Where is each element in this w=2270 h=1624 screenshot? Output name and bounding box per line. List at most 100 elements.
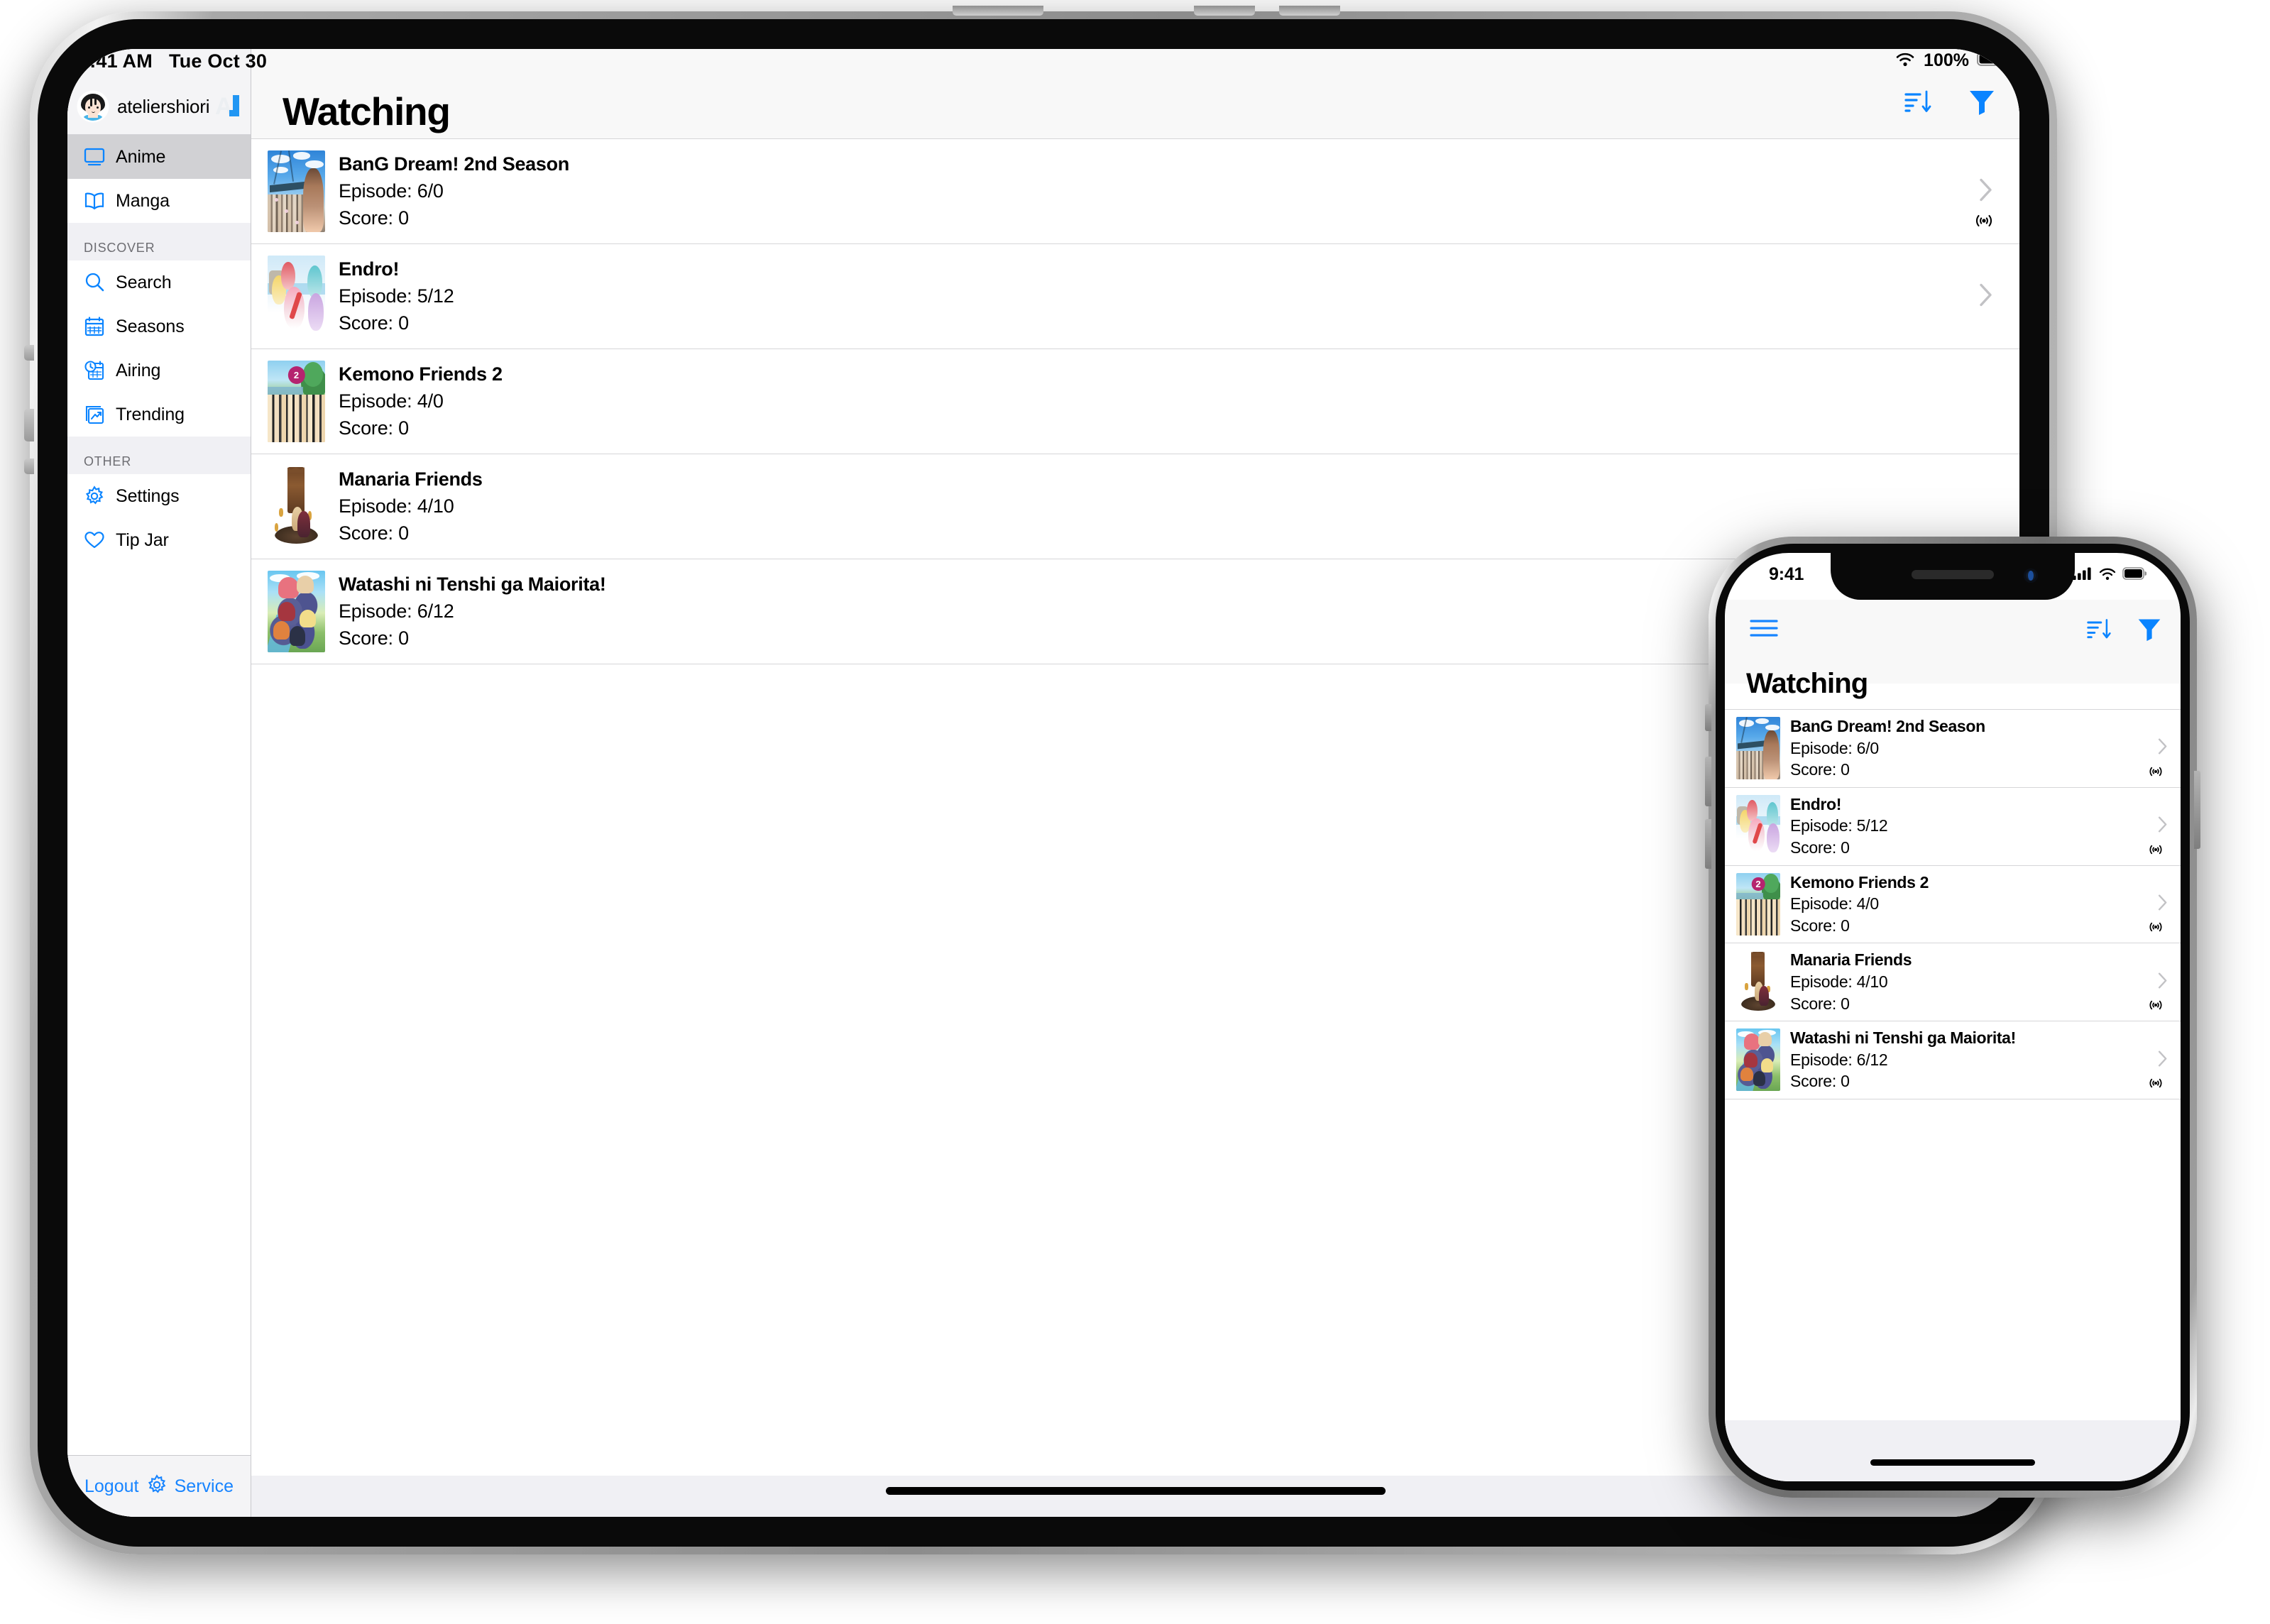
sidebar-item-search[interactable]: Search bbox=[67, 260, 251, 304]
sidebar-item-trending[interactable]: Trending bbox=[67, 393, 251, 437]
logout-button[interactable]: Logout bbox=[84, 1476, 138, 1497]
iphone-mute-switch[interactable] bbox=[1705, 704, 1711, 731]
iphone-notch bbox=[1831, 553, 2075, 600]
sidebar-item-anime[interactable]: Anime bbox=[67, 135, 251, 179]
ipad-side-contact-3 bbox=[24, 459, 34, 474]
wifi-icon bbox=[2098, 567, 2117, 584]
row-episode: Episode: 4/10 bbox=[339, 495, 454, 517]
sidebar-item-label: Tip Jar bbox=[116, 530, 169, 550]
bang-dream-poster bbox=[1736, 717, 1780, 779]
hamburger-menu-icon[interactable] bbox=[1749, 617, 1779, 643]
page-title: Watching bbox=[283, 89, 451, 133]
sidebar-account-header[interactable]: ateliershiori A bbox=[67, 79, 251, 135]
status-time-date: 9:41 AM Tue Oct 30 bbox=[79, 50, 267, 72]
row-title: Endro! bbox=[1790, 794, 1841, 813]
row-score: Score: 0 bbox=[1790, 838, 1850, 857]
list-item[interactable]: Endro! Episode: 5/12 Score: 0 bbox=[1725, 787, 2181, 866]
cellular-bars-icon bbox=[2073, 566, 2093, 584]
list-item[interactable]: 2 Kemono Friends 2 Episode: 4/0 Score: 0 bbox=[1725, 865, 2181, 944]
sidebar-group-header-discover: DISCOVER bbox=[67, 223, 251, 260]
sidebar-item-label: Trending bbox=[116, 404, 185, 424]
sidebar-item-label: Airing bbox=[116, 360, 161, 380]
sidebar-item-airing[interactable]: Airing bbox=[67, 349, 251, 393]
list-item[interactable]: Watashi ni Tenshi ga Maiorita! Episode: … bbox=[1725, 1021, 2181, 1099]
iphone-volume-down-button[interactable] bbox=[1705, 819, 1711, 869]
broadcast-airing-icon bbox=[2146, 1076, 2165, 1094]
broadcast-airing-icon bbox=[2146, 843, 2165, 860]
chevron-right-icon bbox=[2158, 738, 2168, 759]
trending-up-icon bbox=[84, 404, 109, 425]
kemono-friends-2-poster: 2 bbox=[268, 361, 325, 442]
row-score: Score: 0 bbox=[1790, 994, 1850, 1013]
sidebar-item-tip-jar[interactable]: Tip Jar bbox=[67, 518, 251, 562]
bang-dream-poster bbox=[268, 150, 325, 232]
funnel-filter-icon[interactable] bbox=[2137, 615, 2162, 646]
list-item[interactable]: BanG Dream! 2nd Season Episode: 6/0 Scor… bbox=[1725, 710, 2181, 788]
sidebar-footer: Logout Service bbox=[67, 1455, 251, 1517]
gear-icon[interactable] bbox=[146, 1474, 168, 1499]
ipad-volume-up-button[interactable] bbox=[1194, 6, 1255, 16]
ipad-side-contact-1 bbox=[24, 345, 34, 361]
chevron-right-icon bbox=[2158, 894, 2168, 914]
ipad-power-button[interactable] bbox=[953, 6, 1043, 16]
anilist-logo: A bbox=[215, 94, 241, 119]
calendar-clock-icon bbox=[84, 360, 109, 381]
sidebar-item-seasons[interactable]: Seasons bbox=[67, 304, 251, 349]
table-row[interactable]: Endro! Episode: 5/12 Score: 0 bbox=[251, 244, 2019, 349]
home-indicator[interactable] bbox=[885, 1487, 1386, 1495]
sidebar-item-settings[interactable]: Settings bbox=[67, 474, 251, 518]
row-score: Score: 0 bbox=[339, 312, 409, 334]
iphone-device: 9:41 Watching BanG Dream! 2nd Season Epi… bbox=[1705, 537, 2200, 1498]
row-score: Score: 0 bbox=[1790, 916, 1850, 935]
iphone-screen: 9:41 Watching BanG Dream! 2nd Season Epi… bbox=[1725, 553, 2181, 1481]
sidebar-group-header-other: OTHER bbox=[67, 437, 251, 474]
avatar bbox=[79, 92, 107, 121]
table-row[interactable]: 2 Kemono Friends 2 Episode: 4/0 Score: 0 bbox=[251, 349, 2019, 454]
status-time: 9:41 AM bbox=[79, 50, 153, 72]
ipad-volume-down-button[interactable] bbox=[1279, 6, 1340, 16]
status-time: 9:41 bbox=[1769, 564, 1804, 584]
row-title: Kemono Friends 2 bbox=[1790, 872, 1929, 891]
endro-poster bbox=[268, 256, 325, 337]
gear-icon bbox=[84, 485, 109, 507]
home-indicator[interactable] bbox=[1870, 1459, 2035, 1466]
service-button[interactable]: Service bbox=[175, 1476, 234, 1497]
ipad-side-contact-2 bbox=[24, 409, 34, 441]
table-row[interactable]: BanG Dream! 2nd Season Episode: 6/0 Scor… bbox=[251, 139, 2019, 244]
iphone-power-button[interactable] bbox=[2194, 771, 2200, 849]
broadcast-airing-icon bbox=[2146, 764, 2165, 782]
row-episode: Episode: 5/12 bbox=[339, 285, 454, 307]
iphone-home-indicator-area bbox=[1725, 1420, 2181, 1481]
sidebar: ateliershiori A Anime Manga DISCOVER Sea… bbox=[67, 49, 251, 1517]
detail-toolbar bbox=[1903, 87, 1996, 120]
sidebar-item-manga[interactable]: Manga bbox=[67, 179, 251, 223]
funnel-filter-icon[interactable] bbox=[1968, 87, 1996, 120]
sort-descending-icon[interactable] bbox=[2085, 616, 2114, 645]
chevron-right-icon bbox=[2158, 1050, 2168, 1070]
chevron-right-icon bbox=[1979, 177, 1993, 205]
sidebar-scroll: Anime Manga DISCOVER Search Seasons Airi… bbox=[67, 135, 251, 1455]
ipad-status-bar: 9:41 AM Tue Oct 30 100% bbox=[67, 49, 2019, 79]
book-icon bbox=[84, 192, 109, 210]
iphone-toolbar bbox=[2085, 615, 2162, 646]
row-episode: Episode: 4/0 bbox=[1790, 894, 1879, 914]
row-episode: Episode: 6/0 bbox=[1790, 738, 1879, 757]
row-title: BanG Dream! 2nd Season bbox=[339, 153, 569, 175]
row-episode: Episode: 6/12 bbox=[1790, 1050, 1888, 1069]
front-camera bbox=[2024, 569, 2038, 583]
wifi-icon bbox=[1895, 51, 1916, 70]
row-title: Manaria Friends bbox=[1790, 950, 1912, 970]
row-title: Kemono Friends 2 bbox=[339, 363, 503, 385]
list-item[interactable]: Manaria Friends Episode: 4/10 Score: 0 bbox=[1725, 943, 2181, 1022]
endro-poster bbox=[1736, 794, 1780, 857]
row-score: Score: 0 bbox=[339, 417, 409, 439]
sort-descending-icon[interactable] bbox=[1903, 87, 1934, 119]
chevron-right-icon bbox=[2158, 972, 2168, 992]
manaria-friends-poster bbox=[1736, 950, 1780, 1014]
broadcast-airing-icon bbox=[2146, 920, 2165, 938]
iphone-volume-up-button[interactable] bbox=[1705, 757, 1711, 806]
account-username: ateliershiori bbox=[117, 95, 210, 117]
row-title: Manaria Friends bbox=[339, 468, 483, 490]
chevron-right-icon bbox=[2158, 816, 2168, 837]
anime-list: BanG Dream! 2nd Season Episode: 6/0 Scor… bbox=[1725, 709, 2181, 1481]
